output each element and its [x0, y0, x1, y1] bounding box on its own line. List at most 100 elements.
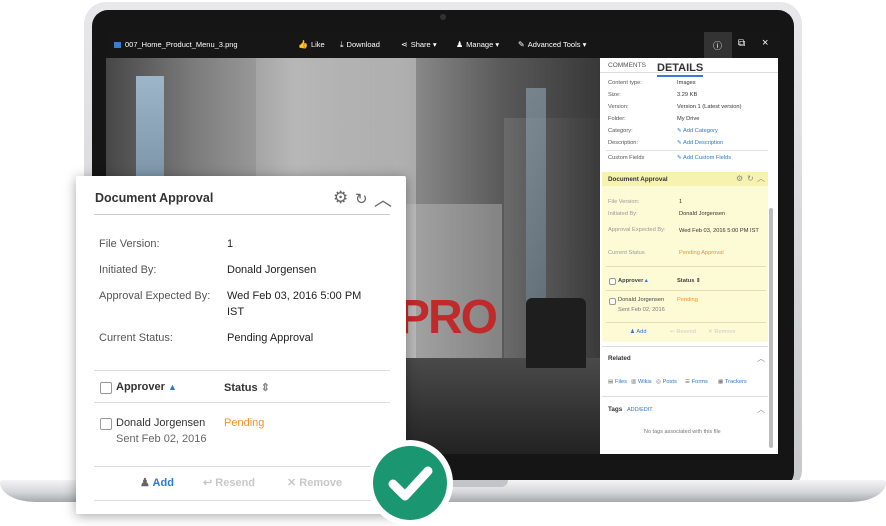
- tags-edit-link[interactable]: ADD/EDIT: [627, 407, 653, 413]
- divider: [94, 402, 390, 403]
- related-wikis-link[interactable]: ▥ Wikis: [631, 379, 652, 385]
- user-icon: ♟: [456, 40, 464, 49]
- approver-name: Donald Jorgensen: [116, 417, 206, 429]
- sort-asc-icon: ▴: [644, 278, 648, 284]
- divider: [606, 150, 768, 151]
- approver-status: Pending: [677, 297, 698, 303]
- download-icon: ⤓: [340, 40, 344, 49]
- details-toggle-button[interactable]: ⓘ: [704, 32, 732, 58]
- approver-column[interactable]: Approver ▴: [618, 278, 648, 284]
- chevron-up-icon[interactable]: ︿: [757, 173, 765, 184]
- resend-button[interactable]: ↩ Resend: [203, 476, 255, 489]
- wall-logo-text: PRO: [398, 291, 498, 344]
- chevron-up-icon[interactable]: ︿: [757, 353, 765, 364]
- download-button[interactable]: ⤓ Download: [340, 40, 380, 50]
- info-icon: ⓘ: [713, 41, 723, 51]
- camera-icon: [440, 14, 446, 20]
- like-button[interactable]: 👍 Like: [298, 40, 325, 49]
- approval-label: File Version:: [608, 199, 640, 205]
- initiated-by-label: Initiated By:: [99, 264, 157, 276]
- related-files-link[interactable]: ▤ Files: [608, 379, 627, 385]
- chevron-up-icon[interactable]: ︿: [757, 404, 765, 415]
- chevron-down-icon: ▾: [495, 40, 500, 49]
- detail-label: Custom Fields: [608, 155, 645, 161]
- refresh-icon[interactable]: ↻: [747, 174, 754, 183]
- popout-icon[interactable]: ⧉: [738, 38, 745, 49]
- viewer-toolbar: 007_Home_Product_Menu_3.png 👍 Like ⤓ Downl…: [106, 32, 778, 58]
- image-file-icon: [114, 42, 121, 48]
- add-user-icon: ♟: [630, 329, 636, 335]
- divider: [606, 322, 766, 323]
- panel-tabs: COMMENTS DETAILS: [600, 58, 778, 77]
- gear-icon[interactable]: ⚙: [333, 188, 348, 208]
- approver-checkbox[interactable]: [609, 298, 616, 305]
- approval-label: Approval Expected By:: [608, 227, 666, 233]
- expected-by-value-line1: Wed Feb 03, 2016 5:00 PM: [227, 290, 362, 302]
- related-forms-link[interactable]: ☰ Forms: [685, 379, 708, 385]
- approval-status: Pending Approval: [679, 250, 724, 256]
- current-status-value: Pending Approval: [227, 332, 314, 344]
- approval-label: Initiated By:: [608, 211, 638, 217]
- approver-sent-date: Sent Feb 02, 2016: [116, 433, 207, 445]
- add-custom-fields-link[interactable]: ✎ Add Custom Fields: [677, 155, 731, 161]
- wrench-icon: ✎: [518, 40, 525, 49]
- file-version-label: File Version:: [99, 238, 160, 250]
- tab-details[interactable]: DETAILS: [657, 62, 704, 77]
- comment-icon: ◎: [656, 379, 661, 385]
- approver-column-header[interactable]: Approver ▲: [116, 381, 177, 393]
- close-icon[interactable]: ×: [762, 37, 768, 49]
- add-approver-button[interactable]: ♟ Add: [630, 329, 647, 335]
- file-icon: ▤: [608, 379, 614, 385]
- window-right: [526, 88, 546, 328]
- file-title: 007_Home_Product_Menu_3.png: [114, 40, 238, 49]
- file-version-value: 1: [227, 238, 234, 250]
- gear-icon[interactable]: ⚙: [736, 174, 743, 183]
- details-panel: COMMENTS DETAILS Content type: Images Si…: [600, 58, 778, 454]
- refresh-icon[interactable]: ↻: [355, 190, 368, 208]
- current-status-label: Current Status:: [99, 332, 173, 344]
- status-column[interactable]: Status ⇕: [677, 278, 701, 284]
- tab-comments[interactable]: COMMENTS: [608, 62, 646, 69]
- remove-button[interactable]: ✕ Remove: [287, 476, 342, 489]
- related-posts-link[interactable]: ◎ Posts: [656, 379, 677, 385]
- detail-value: 3.29 KB: [677, 92, 698, 98]
- share-icon: ⋖: [401, 40, 408, 49]
- detail-label: Description:: [608, 140, 639, 146]
- detail-label: Size:: [608, 92, 621, 98]
- divider: [602, 396, 768, 397]
- approval-widget: [602, 172, 768, 342]
- chevron-up-icon[interactable]: ︿: [374, 186, 392, 212]
- tracker-icon: ▦: [718, 379, 724, 385]
- resend-button[interactable]: ↩ Resend: [670, 329, 696, 335]
- document-approval-card: Document Approval ⚙ ↻ ︿ File Version: 1 …: [76, 176, 406, 514]
- detail-label: Folder:: [608, 116, 626, 122]
- advanced-tools-menu[interactable]: ✎ Advanced Tools ▾: [518, 40, 586, 49]
- expected-by-value-line2: IST: [227, 306, 245, 318]
- add-category-link[interactable]: ✎ Add Category: [677, 128, 718, 134]
- add-user-icon: ♟: [140, 477, 150, 489]
- panel-scrollbar[interactable]: [769, 208, 773, 448]
- add-description-link[interactable]: ✎ Add Description: [677, 140, 723, 146]
- detail-value: Version 1 (Latest version): [677, 104, 742, 110]
- status-column-header[interactable]: Status ⇕: [224, 381, 270, 394]
- approver-checkbox[interactable]: [100, 418, 112, 430]
- detail-label: Version:: [608, 104, 629, 110]
- approver-status: Pending: [224, 417, 265, 429]
- tags-empty-text: No tags associated with this file: [644, 429, 721, 435]
- divider: [94, 214, 390, 215]
- select-all-checkbox[interactable]: [609, 278, 616, 285]
- approval-value: Wed Feb 03, 2016 5:00 PM IST: [679, 228, 759, 234]
- add-approver-button[interactable]: ♟ Add: [140, 476, 174, 489]
- detail-label: Content type:: [608, 80, 642, 86]
- pencil-icon: ✎: [677, 140, 682, 146]
- close-icon: ✕: [287, 477, 297, 489]
- divider: [94, 500, 390, 501]
- remove-button[interactable]: ✕ Remove: [708, 329, 736, 335]
- related-trackers-link[interactable]: ▦ Trackers: [718, 379, 747, 385]
- manage-menu[interactable]: ♟ Manage ▾: [456, 40, 499, 49]
- form-icon: ☰: [685, 379, 691, 385]
- select-all-checkbox[interactable]: [100, 382, 112, 394]
- checkmark-svg: [388, 466, 433, 501]
- thumbs-up-icon: 👍: [298, 40, 308, 49]
- share-menu[interactable]: ⋖ Share ▾: [401, 40, 437, 49]
